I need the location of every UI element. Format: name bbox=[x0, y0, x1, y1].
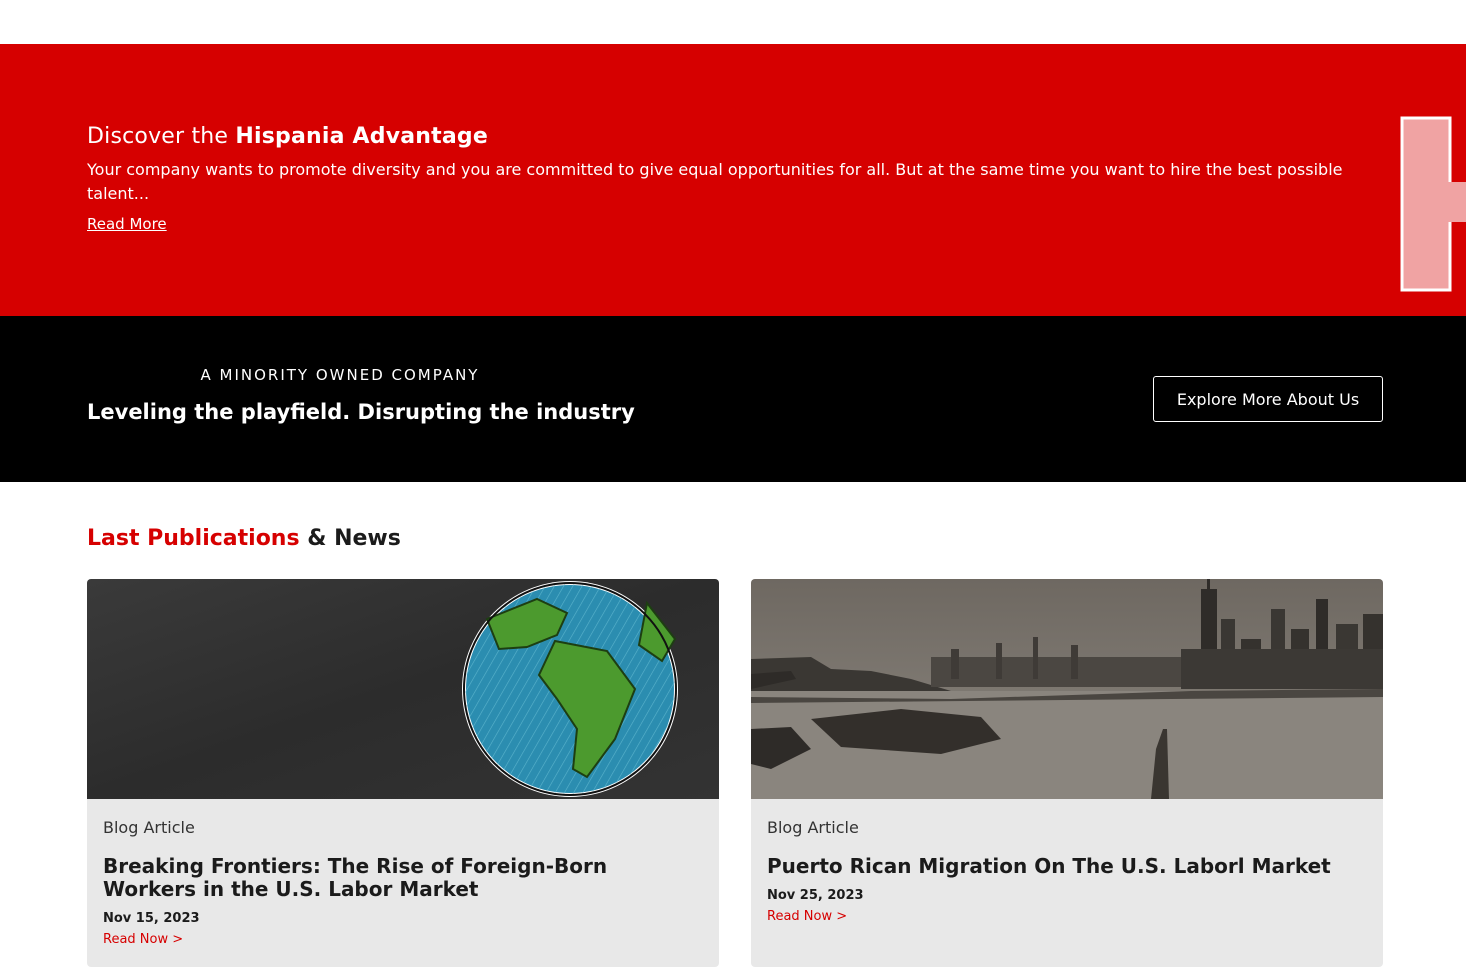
band-eyebrow: A MINORITY OWNED COMPANY bbox=[200, 366, 480, 384]
news-card[interactable]: Blog Article Breaking Frontiers: The Ris… bbox=[87, 579, 719, 967]
card-title[interactable]: Puerto Rican Migration On The U.S. Labor… bbox=[767, 855, 1357, 878]
company-band: A MINORITY OWNED COMPANY Leveling the pl… bbox=[0, 316, 1466, 482]
hero-banner: Discover the Hispania Advantage Your com… bbox=[0, 44, 1466, 316]
news-section-title: Last Publications & News bbox=[87, 526, 401, 551]
hero-title: Discover the Hispania Advantage bbox=[87, 124, 488, 149]
brand-logo-watermark-icon bbox=[1400, 116, 1466, 292]
card-category: Blog Article bbox=[767, 818, 859, 837]
top-strip bbox=[0, 0, 1466, 44]
hero-description: Your company wants to promote diversity … bbox=[87, 160, 1343, 203]
card-title[interactable]: Breaking Frontiers: The Rise of Foreign-… bbox=[103, 855, 693, 901]
card-category: Blog Article bbox=[103, 818, 195, 837]
card-date: Nov 25, 2023 bbox=[767, 888, 864, 903]
read-now-link[interactable]: Read Now > bbox=[103, 932, 183, 947]
card-date: Nov 15, 2023 bbox=[103, 911, 200, 926]
globe-on-chalkboard-image[interactable] bbox=[87, 579, 719, 799]
news-card[interactable]: Blog Article Puerto Rican Migration On T… bbox=[751, 579, 1383, 967]
band-heading: Leveling the playfield. Disrupting the i… bbox=[87, 400, 635, 424]
explore-about-button[interactable]: Explore More About Us bbox=[1153, 376, 1383, 422]
new-york-skyline-image[interactable] bbox=[751, 579, 1383, 799]
read-now-link[interactable]: Read Now > bbox=[767, 909, 847, 924]
read-more-link[interactable]: Read More bbox=[87, 215, 167, 233]
